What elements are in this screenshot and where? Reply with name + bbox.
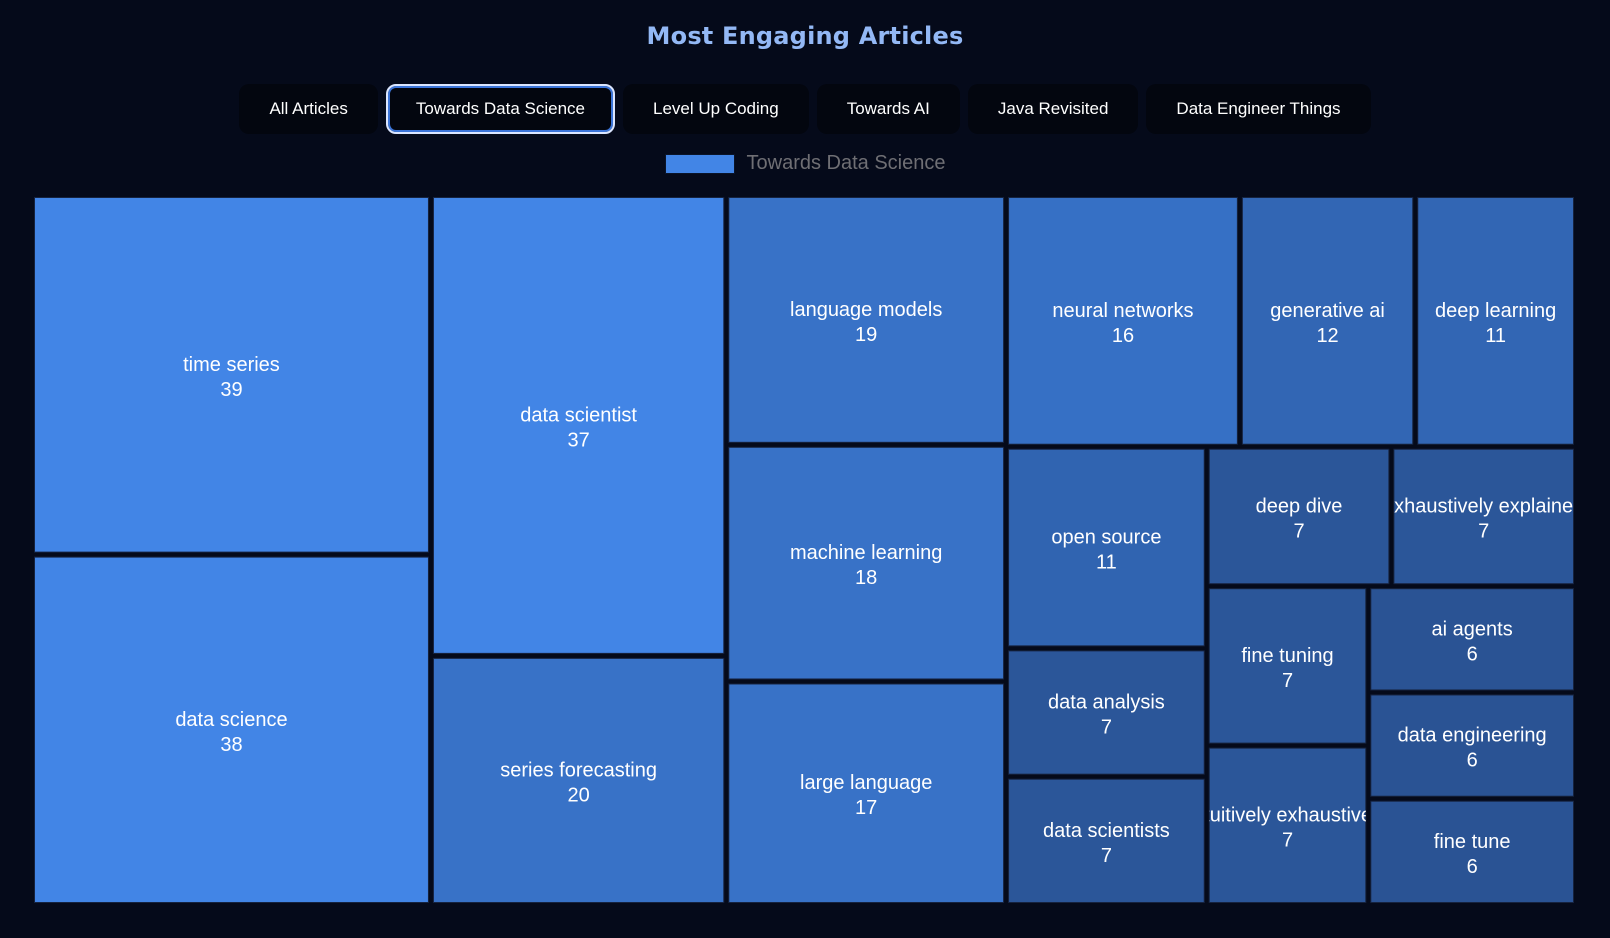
tile-value: 18 (855, 567, 877, 589)
tile-label: data engineering (1398, 725, 1547, 747)
treemap-tile-large-language[interactable]: large language 17 (728, 683, 1005, 904)
tile-value: 6 (1467, 750, 1478, 772)
tile-value: 7 (1293, 520, 1304, 542)
treemap-tile-data-engineering[interactable]: data engineering 6 (1370, 694, 1574, 797)
treemap-tile-generative-ai[interactable]: generative ai 12 (1241, 197, 1414, 445)
tile-label: exhaustively explained (1383, 495, 1584, 517)
tile-value: 12 (1316, 325, 1338, 347)
tile-value: 37 (567, 429, 589, 451)
tile-label: series forecasting (500, 759, 657, 781)
tile-label: data scientists (1043, 820, 1170, 842)
treemap-tile-deep-learning[interactable]: deep learning 11 (1417, 197, 1575, 445)
tile-value: 7 (1282, 670, 1293, 692)
tile-label: open source (1051, 527, 1161, 549)
treemap-tile-open-source[interactable]: open source 11 (1008, 448, 1205, 647)
tile-value: 7 (1478, 520, 1489, 542)
tile-label: fine tune (1434, 831, 1511, 853)
tile-label: large language (800, 772, 932, 794)
tile-value: 11 (1485, 325, 1506, 347)
tile-value: 11 (1096, 552, 1117, 574)
tile-label: time series (183, 354, 280, 376)
treemap-tile-fine-tune[interactable]: fine tune 6 (1370, 800, 1574, 904)
tile-label: neural networks (1052, 300, 1193, 322)
tile-label: data analysis (1048, 692, 1165, 714)
treemap-tile-machine-learning[interactable]: machine learning 18 (728, 446, 1005, 680)
treemap-tile-data-analysis[interactable]: data analysis 7 (1008, 650, 1205, 775)
treemap-tile-data-scientists[interactable]: data scientists 7 (1008, 778, 1205, 904)
tile-value: 7 (1101, 845, 1112, 867)
tile-label: language models (790, 299, 942, 321)
treemap-tile-exhaustively-explained[interactable]: exhaustively explained 7 (1383, 448, 1584, 585)
treemap-tile-language-models[interactable]: language models 19 (728, 197, 1005, 443)
tile-label: deep dive (1256, 495, 1343, 517)
treemap-tile-time-series[interactable]: time series 39 (34, 197, 429, 553)
treemap-tile-data-scientist[interactable]: data scientist 37 (432, 197, 725, 654)
tile-label: data scientist (520, 404, 637, 426)
tile-label: data science (175, 709, 287, 731)
treemap-chart: time series 39 data science 38 data scientis… (34, 197, 1584, 904)
tile-label: deep learning (1435, 300, 1556, 322)
tile-label: machine learning (790, 542, 942, 564)
tile-label: fine tuning (1241, 645, 1333, 667)
tile-value: 38 (220, 734, 242, 756)
treemap-tile-intuitively-exhaustively[interactable]: intuitively exhaustively 7 (1189, 747, 1387, 903)
tile-label: generative ai (1270, 300, 1385, 322)
tile-value: 19 (855, 324, 877, 346)
treemap-tile-neural-networks[interactable]: neural networks 16 (1008, 197, 1238, 445)
treemap-tile-series-forecasting[interactable]: series forecasting 20 (432, 657, 725, 903)
tile-value: 7 (1101, 717, 1112, 739)
tile-value: 17 (855, 797, 877, 819)
tile-value: 16 (1112, 325, 1134, 347)
tile-value: 39 (220, 379, 242, 401)
treemap-tile-deep-dive[interactable]: deep dive 7 (1208, 448, 1390, 585)
tile-value: 6 (1467, 856, 1478, 878)
tile-label: intuitively exhaustively (1189, 804, 1387, 826)
tile-label: ai agents (1432, 618, 1513, 640)
tile-value: 20 (567, 784, 589, 806)
tile-value: 7 (1282, 829, 1293, 851)
treemap-tile-fine-tuning[interactable]: fine tuning 7 (1208, 588, 1367, 744)
treemap-tile-ai-agents[interactable]: ai agents 6 (1370, 588, 1574, 691)
tile-value: 6 (1467, 643, 1478, 665)
treemap-tile-data-science[interactable]: data science 38 (34, 556, 429, 904)
